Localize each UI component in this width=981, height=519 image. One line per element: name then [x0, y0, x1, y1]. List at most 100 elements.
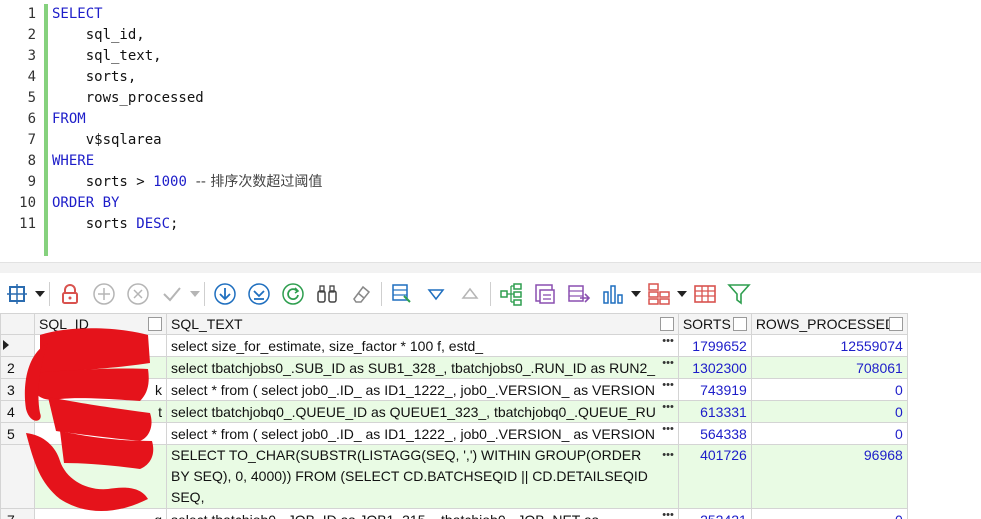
expand-text-icon[interactable]: ••• — [662, 446, 674, 467]
grid-settings-icon[interactable] — [0, 278, 34, 310]
expand-text-icon[interactable]: ••• — [662, 424, 674, 436]
column-filter-checkbox[interactable] — [732, 317, 747, 331]
sorts-cell[interactable]: 1302300 — [677, 356, 752, 379]
rows-processed-cell-value: 0 — [895, 425, 903, 442]
line-number: 6 — [27, 111, 36, 127]
pivot-icon[interactable] — [642, 278, 676, 310]
sql-id-cell[interactable] — [34, 356, 167, 379]
code-line: sorts, — [52, 67, 322, 88]
expand-text-icon[interactable]: ••• — [662, 336, 674, 348]
table-row[interactable]: select size_for_estimate, size_factor * … — [0, 334, 908, 357]
clear-icon[interactable] — [344, 278, 378, 310]
table-icon[interactable] — [688, 278, 722, 310]
sorts-cell[interactable]: 1799652 — [677, 334, 752, 357]
row-number-cell[interactable]: 4 — [0, 400, 35, 423]
fetch-next-icon[interactable] — [208, 278, 242, 310]
sql-text-cell-value: select tbatchjobs0_.SUB_ID as SUB1_328_,… — [171, 359, 656, 376]
sql-text-cell-value: select tbatchjobq0_.QUEUE_ID as QUEUE1_3… — [171, 403, 656, 420]
data-view-icon[interactable] — [385, 278, 419, 310]
rows-processed-cell[interactable]: 708061 — [750, 356, 908, 379]
chevron-down-icon[interactable] — [189, 278, 201, 310]
row-number-cell[interactable]: 5 — [0, 422, 35, 445]
row-number-cell[interactable]: 3 — [0, 378, 35, 401]
code-text: v$sqlarea — [52, 132, 162, 148]
column-header-rows-processed[interactable]: ROWS_PROCESSED — [750, 313, 908, 335]
row-number-cell-value: 3 — [7, 381, 15, 398]
expand-text-icon[interactable]: ••• — [662, 358, 674, 370]
sorts-cell[interactable]: 252421 — [677, 508, 752, 519]
column-filter-checkbox[interactable] — [888, 317, 903, 331]
row-number-cell[interactable]: 2 — [0, 356, 35, 379]
sql-id-cell[interactable]: t — [34, 400, 167, 423]
table-row[interactable]: 7 q select tbatchjob0_.JOB_ID as JOB1_315_… — [0, 508, 908, 519]
sorts-cell-value: 743919 — [700, 381, 747, 398]
column-header-sql-text[interactable]: SQL_TEXT — [166, 313, 679, 335]
table-row[interactable]: 3 k select * from ( select job0_.ID_ as ID… — [0, 378, 908, 401]
sql-id-cell[interactable] — [34, 422, 167, 445]
sql-id-cell[interactable]: q — [34, 508, 167, 519]
row-number-cell-value: 4 — [7, 403, 15, 420]
table-row[interactable]: SELECT TO_CHAR(SUBSTR(LISTAGG(SEQ, ',') … — [0, 444, 908, 509]
sorts-cell[interactable]: 401726 — [677, 444, 752, 509]
sql-text-cell[interactable]: SELECT TO_CHAR(SUBSTR(LISTAGG(SEQ, ',') … — [166, 444, 679, 509]
export-icon[interactable] — [528, 278, 562, 310]
column-header-sorts[interactable]: SORTS — [677, 313, 752, 335]
chevron-down-icon[interactable] — [630, 278, 642, 310]
code-line: SELECT — [52, 4, 322, 25]
line-number-gutter: 1 2 3 4 5 6 7 8 9 10 11 — [0, 4, 40, 235]
sql-editor[interactable]: 1 2 3 4 5 6 7 8 9 10 11 SELECT sql_id, sql_text, s… — [0, 0, 981, 262]
sorts-cell[interactable]: 564338 — [677, 422, 752, 445]
sql-text-cell[interactable]: select tbatchjobq0_.QUEUE_ID as QUEUE1_3… — [166, 400, 679, 423]
table-row[interactable]: 2 select tbatchjobs0_.SUB_ID as SUB1_328_… — [0, 356, 908, 379]
expand-text-icon[interactable]: ••• — [662, 402, 674, 414]
confirm-icon[interactable] — [155, 278, 189, 310]
sql-text-cell[interactable]: select tbatchjobs0_.SUB_ID as SUB1_328_,… — [166, 356, 679, 379]
sql-id-cell[interactable]: k — [34, 378, 167, 401]
row-number-cell[interactable]: 7 — [0, 508, 35, 519]
rows-processed-cell[interactable]: 0 — [750, 378, 908, 401]
sql-text-cell[interactable]: select * from ( select job0_.ID_ as ID1_… — [166, 378, 679, 401]
refresh-icon[interactable] — [276, 278, 310, 310]
rows-processed-cell[interactable]: 96968 — [750, 444, 908, 509]
sql-text-cell[interactable]: select size_for_estimate, size_factor * … — [166, 334, 679, 357]
table-row[interactable]: 5 select * from ( select job0_.ID_ as ID1… — [0, 422, 908, 445]
row-number-cell[interactable] — [0, 444, 35, 509]
sql-id-cell[interactable] — [34, 334, 167, 357]
column-header-sql-id[interactable]: SQL_ID — [34, 313, 167, 335]
funnel-icon[interactable] — [722, 278, 756, 310]
table-row[interactable]: 4 t select tbatchjobq0_.QUEUE_ID as QUEUE1… — [0, 400, 908, 423]
expand-text-icon[interactable]: ••• — [662, 510, 674, 519]
sql-text-cell-value: select * from ( select job0_.ID_ as ID1_… — [171, 381, 656, 398]
row-number-cell[interactable] — [0, 334, 35, 357]
sql-text-cell[interactable]: select * from ( select job0_.ID_ as ID1_… — [166, 422, 679, 445]
rows-processed-cell-value: 0 — [895, 381, 903, 398]
code-comment: -- 排序次数超过阈值 — [186, 174, 323, 190]
sql-text-cell[interactable]: select tbatchjob0_.JOB_ID as JOB1_315_, … — [166, 508, 679, 519]
sorts-cell[interactable]: 743919 — [677, 378, 752, 401]
delete-row-icon[interactable] — [121, 278, 155, 310]
code-line: sql_id, — [52, 25, 322, 46]
binoculars-icon[interactable] — [310, 278, 344, 310]
code-area[interactable]: SELECT sql_id, sql_text, sorts, rows_pro… — [52, 4, 322, 235]
sql-id-cell[interactable] — [34, 444, 167, 509]
add-row-icon[interactable] — [87, 278, 121, 310]
fetch-all-icon[interactable] — [242, 278, 276, 310]
chevron-down-icon[interactable] — [676, 278, 688, 310]
expand-text-icon[interactable]: ••• — [662, 380, 674, 392]
tree-icon[interactable] — [494, 278, 528, 310]
rows-processed-cell[interactable]: 0 — [750, 422, 908, 445]
import-icon[interactable] — [562, 278, 596, 310]
rows-processed-cell[interactable]: 0 — [750, 508, 908, 519]
filter-down-icon[interactable] — [419, 278, 453, 310]
sorts-cell[interactable]: 613331 — [677, 400, 752, 423]
lock-icon[interactable] — [53, 278, 87, 310]
splitter[interactable] — [0, 262, 981, 273]
result-grid[interactable]: SQL_ID SQL_TEXT SORTS ROWS_PROCESSED sel… — [0, 313, 981, 519]
chevron-down-icon[interactable] — [34, 278, 46, 310]
rows-processed-cell[interactable]: 0 — [750, 400, 908, 423]
column-filter-checkbox[interactable] — [148, 317, 162, 331]
chart-icon[interactable] — [596, 278, 630, 310]
rows-processed-cell[interactable]: 12559074 — [750, 334, 908, 357]
filter-up-icon[interactable] — [453, 278, 487, 310]
column-filter-checkbox[interactable] — [659, 317, 674, 331]
